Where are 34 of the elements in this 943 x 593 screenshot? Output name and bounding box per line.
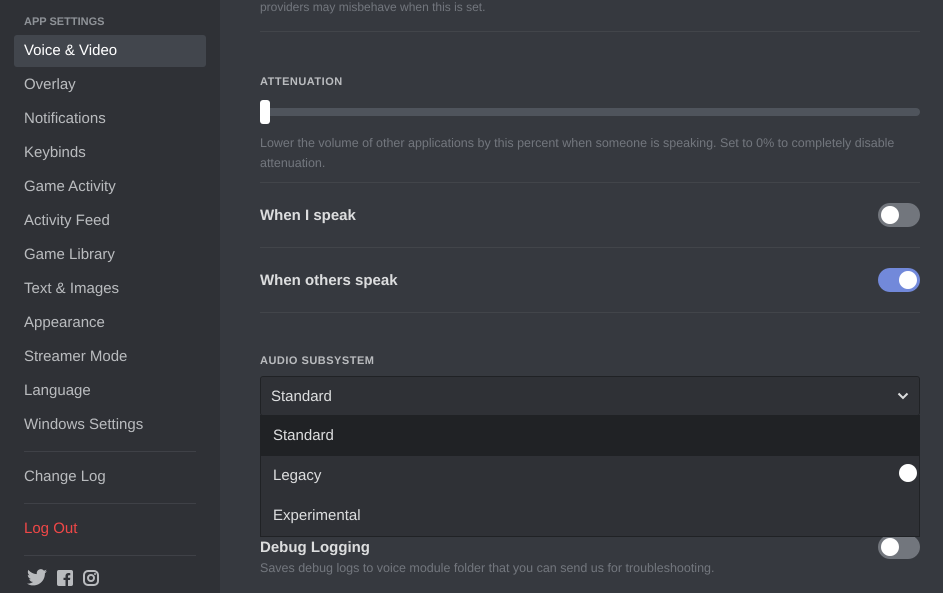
toggle-switch[interactable] bbox=[878, 203, 920, 227]
sidebar-item[interactable]: Voice & Video bbox=[14, 35, 206, 67]
section-label: AUDIO SUBSYSTEM bbox=[260, 355, 376, 367]
facebook-icon[interactable] bbox=[57, 570, 73, 586]
sidebar-item[interactable]: Streamer Mode bbox=[14, 341, 206, 373]
setting-label: When others speak bbox=[260, 272, 398, 288]
sidebar-item[interactable]: Game Library bbox=[14, 239, 206, 271]
slider-thumb[interactable] bbox=[260, 100, 270, 124]
camera-icon[interactable] bbox=[83, 570, 99, 586]
setting-description: Saves debug logs to voice module folder that you can send us for troubleshooting. bbox=[260, 560, 716, 577]
attenuation-slider[interactable] bbox=[260, 100, 920, 124]
sidebar-item[interactable]: Activity Feed bbox=[14, 205, 206, 237]
toggle-switch[interactable] bbox=[878, 268, 920, 292]
sidebar-item[interactable]: Keybinds bbox=[14, 137, 206, 169]
sidebar-item[interactable]: Game Activity bbox=[14, 171, 206, 203]
sidebar-item[interactable]: Text & Images bbox=[14, 273, 206, 305]
setting-label: Debug Logging bbox=[260, 538, 370, 556]
setting-label: When I speak bbox=[260, 206, 356, 224]
toggle-switch[interactable] bbox=[878, 535, 920, 559]
setting-description: providers may misbehave when this is set. bbox=[260, 0, 486, 14]
bird-icon[interactable] bbox=[27, 569, 47, 586]
setting-description: Lower the volume of other applications by this percent when someone is speaking. Set to 0% to completely disable attenuation. bbox=[260, 135, 896, 172]
section-label: ATTENUATION bbox=[260, 76, 344, 88]
chevron-down-icon bbox=[897, 392, 909, 400]
sidebar-item[interactable]: Appearance bbox=[14, 307, 206, 339]
sidebar-item[interactable]: Notifications bbox=[14, 103, 206, 135]
sidebar-item[interactable]: Overlay bbox=[14, 69, 206, 101]
sidebar-item[interactable]: Windows Settings bbox=[14, 409, 206, 441]
sidebar-item[interactable]: Change Log bbox=[14, 461, 206, 493]
section-heading: APP SETTINGS bbox=[23, 16, 106, 28]
dropdown-option[interactable]: Standard bbox=[261, 416, 919, 456]
sidebar-item[interactable]: Language bbox=[14, 375, 206, 407]
logout-item[interactable]: Log Out bbox=[14, 513, 206, 545]
dropdown[interactable]: Standard bbox=[260, 376, 920, 416]
